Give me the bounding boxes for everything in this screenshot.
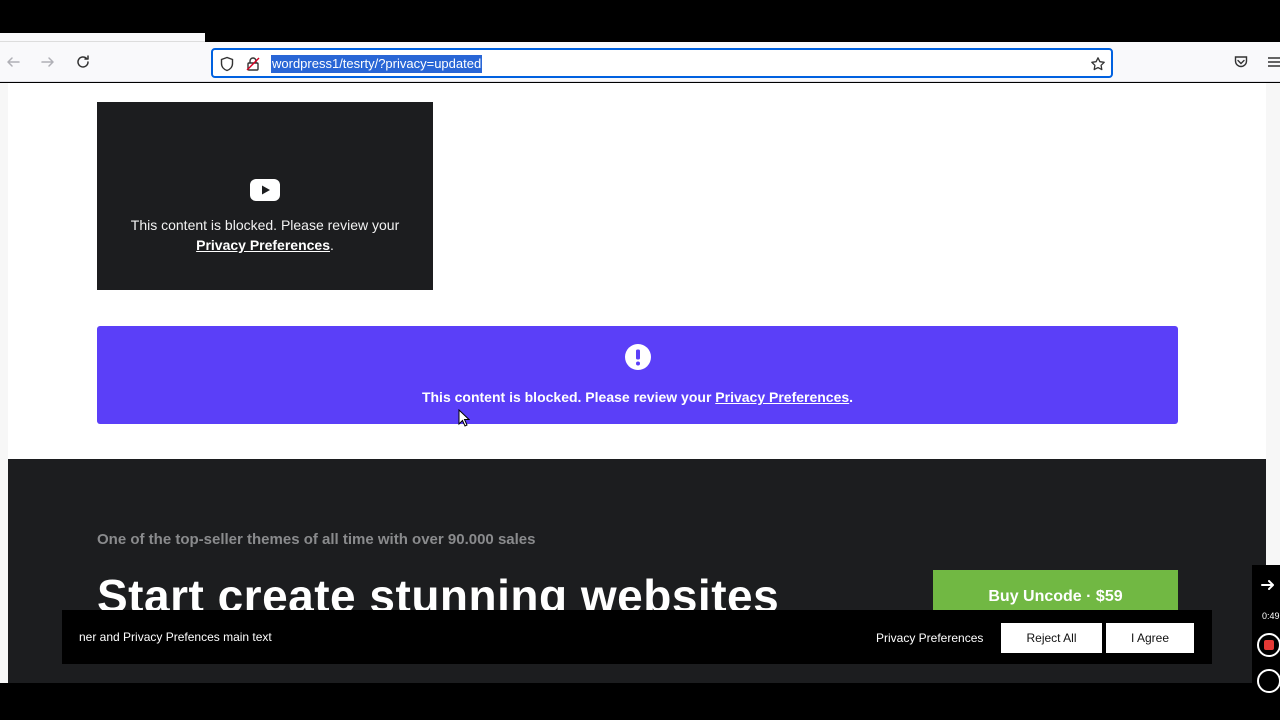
mouse-cursor-icon <box>458 409 470 427</box>
active-tab[interactable] <box>0 33 205 42</box>
banner-text: This content is blocked. Please review y… <box>421 389 716 405</box>
blocked-message: This content is blocked. Please review y… <box>117 215 413 255</box>
shield-icon[interactable] <box>218 55 236 73</box>
browser-toolbar: wordpress1/tesrty/?privacy=updated <box>0 42 1280 82</box>
lock-icon[interactable] <box>244 55 262 73</box>
screen: wordpress1/tesrty/?privacy=updated This … <box>0 0 1280 720</box>
stop-recording-icon[interactable] <box>1257 633 1280 657</box>
reload-icon[interactable] <box>72 51 94 73</box>
consent-text: ner and Privacy Prefences main text <box>79 630 272 644</box>
address-bar[interactable]: wordpress1/tesrty/?privacy=updated <box>211 48 1113 78</box>
blocked-text-end: . <box>329 237 334 253</box>
bookmark-star-icon[interactable] <box>1089 55 1107 73</box>
agree-button[interactable]: I Agree <box>1106 623 1194 653</box>
privacy-preferences-link[interactable]: Privacy Preferences <box>196 237 330 253</box>
forward-arrow-icon[interactable] <box>37 51 59 73</box>
banner-text-end: . <box>849 389 854 405</box>
screen-recorder-widget: 0:49 <box>1252 565 1280 693</box>
pocket-icon[interactable] <box>1230 51 1252 73</box>
blocked-content-banner: This content is blocked. Please review y… <box>97 326 1178 424</box>
banner-message: This content is blocked. Please review y… <box>97 389 1178 405</box>
pause-recording-icon[interactable] <box>1257 669 1280 693</box>
tab-strip <box>0 0 1280 34</box>
banner-privacy-preferences-link[interactable]: Privacy Preferences <box>715 389 849 405</box>
blocked-video-embed: This content is blocked. Please review y… <box>97 102 433 290</box>
bottom-bar <box>0 683 1280 720</box>
back-arrow-icon[interactable] <box>2 51 24 73</box>
cookie-consent-bar: ner and Privacy Prefences main text Priv… <box>62 610 1212 664</box>
blocked-text: This content is blocked. Please review y… <box>130 217 400 233</box>
recording-time: 0:49 <box>1262 611 1280 621</box>
consent-privacy-preferences-link[interactable]: Privacy Preferences <box>876 631 983 645</box>
alert-icon <box>625 344 651 370</box>
arrow-right-icon[interactable] <box>1260 577 1276 593</box>
reject-all-button[interactable]: Reject All <box>1001 623 1102 653</box>
url-text[interactable]: wordpress1/tesrty/?privacy=updated <box>271 55 483 73</box>
web-page: This content is blocked. Please review y… <box>0 83 1280 683</box>
youtube-icon <box>250 179 280 201</box>
promo-subtitle: One of the top-seller themes of all time… <box>97 531 536 548</box>
menu-icon[interactable] <box>1264 51 1280 73</box>
